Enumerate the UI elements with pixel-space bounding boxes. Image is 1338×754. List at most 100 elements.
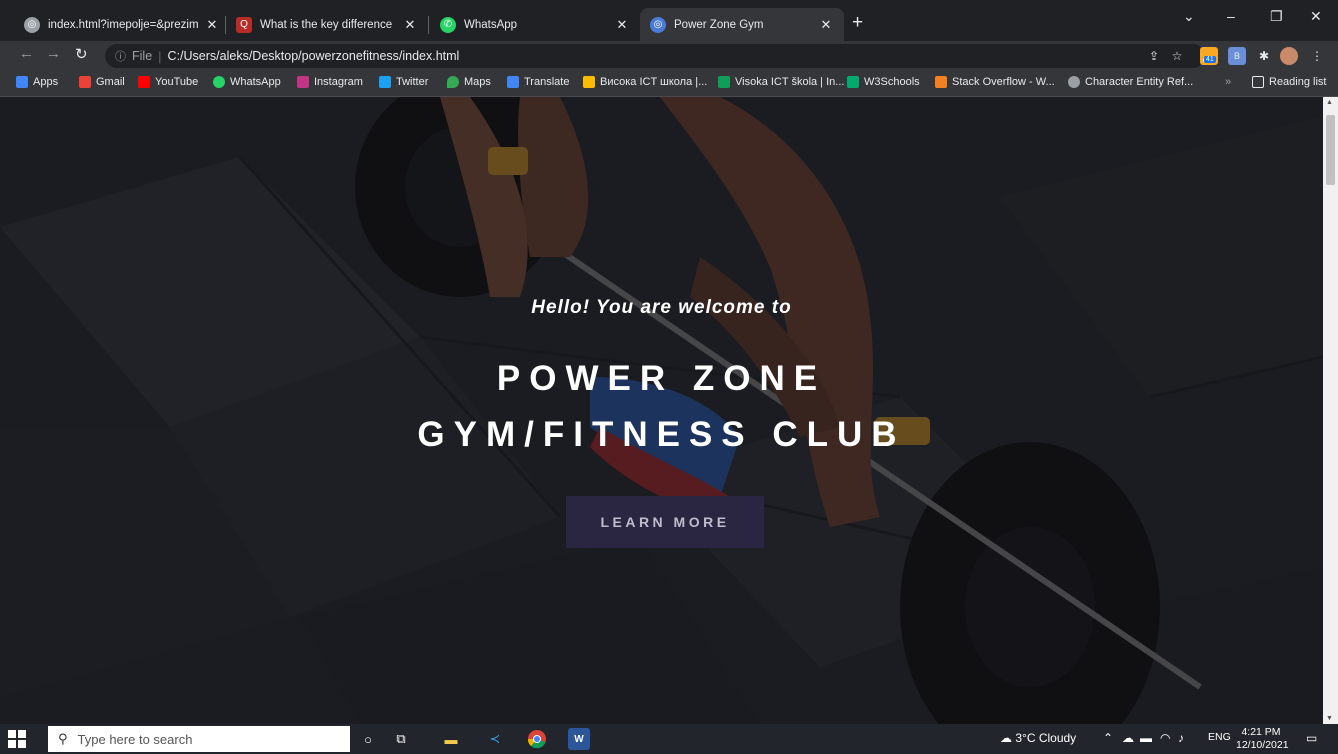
task-view-icon[interactable]: ⧉	[390, 728, 412, 750]
hero-title-line2: GYM/FITNESS CLUB	[417, 415, 906, 454]
apps-grid-icon	[16, 76, 28, 88]
cortana-icon[interactable]: ○	[357, 728, 379, 750]
address-divider: |	[158, 48, 162, 64]
quora-icon: Q	[236, 16, 252, 33]
bookmark-label: YouTube	[155, 76, 199, 88]
new-tab-button[interactable]: +	[852, 12, 863, 34]
bookmark-label: Instagram	[314, 76, 363, 88]
bookmark-twitter[interactable]: Twitter	[379, 76, 428, 88]
close-tab-icon[interactable]: ✕	[402, 17, 418, 33]
windows-taskbar: ⚲ Type here to search ○ ⧉ ▬ ≺ W ☁ 3°C Cl…	[0, 724, 1338, 754]
address-url[interactable]: C:/Users/aleks/Desktop/powerzonefitness/…	[168, 49, 460, 63]
tab-power-zone-gym[interactable]: ◎ Power Zone Gym ✕	[640, 8, 844, 41]
w3schools-icon	[847, 76, 859, 88]
tab-separator	[428, 16, 429, 34]
tab-index-html[interactable]: ◎ index.html?imepolje=&prezimep ✕	[14, 8, 230, 41]
cloud-icon: ☁	[1000, 731, 1012, 745]
taskbar-search-box[interactable]: ⚲ Type here to search	[48, 726, 350, 752]
network-icon[interactable]: ▬	[1140, 731, 1152, 745]
weather-widget[interactable]: ☁ 3°C Cloudy	[1000, 731, 1076, 745]
minimize-icon[interactable]: –	[1227, 8, 1235, 24]
reload-icon[interactable]: ↻	[75, 45, 88, 63]
bookmark-youtube[interactable]: YouTube	[138, 76, 198, 88]
volume-icon[interactable]: ♪	[1178, 731, 1184, 745]
taskbar-search-placeholder: Type here to search	[77, 731, 193, 747]
youtube-icon	[138, 76, 150, 88]
clock-time: 4:21 PM	[1241, 726, 1281, 738]
hero-dark-overlay	[0, 97, 1323, 724]
tray-chevron-icon[interactable]: ⌃	[1103, 731, 1113, 745]
file-explorer-icon[interactable]: ▬	[440, 728, 462, 750]
windows-start-icon[interactable]	[8, 730, 26, 748]
extension-b-icon[interactable]: B	[1228, 47, 1246, 65]
learn-more-button[interactable]: LEARN MORE	[566, 496, 764, 548]
restore-icon[interactable]: ❐	[1270, 8, 1283, 25]
forward-arrow-icon[interactable]: →	[46, 45, 61, 62]
tab-title: WhatsApp	[464, 18, 518, 31]
bookmark-ict-school-latin[interactable]: Visoka ICT škola | In...	[718, 76, 844, 88]
stack-overflow-icon	[935, 76, 947, 88]
bookmark-label: Stack Overflow - W...	[952, 76, 1055, 88]
close-tab-icon[interactable]: ✕	[818, 17, 834, 33]
globe-icon	[1068, 76, 1080, 88]
tab-quora[interactable]: Q What is the key difference betwe ✕	[226, 8, 428, 41]
bookmark-star-icon[interactable]: ☆	[1168, 47, 1186, 65]
share-icon[interactable]: ⇪	[1145, 47, 1163, 65]
bookmark-gmail[interactable]: Gmail	[79, 76, 125, 88]
hero-greeting: Hello! You are welcome to	[531, 297, 792, 318]
rss-extension-icon[interactable]: 41	[1198, 47, 1220, 65]
bookmark-whatsapp[interactable]: WhatsApp	[213, 76, 281, 88]
tab-whatsapp[interactable]: ✆ WhatsApp ✕	[430, 8, 640, 41]
scrollbar-thumb[interactable]	[1326, 115, 1335, 185]
bookmark-label: Translate	[524, 76, 570, 88]
notification-center-icon[interactable]: ▭	[1306, 731, 1317, 745]
page-viewport: Hello! You are welcome to POWER ZONE GYM…	[0, 97, 1323, 724]
whatsapp-icon: ✆	[440, 16, 456, 33]
bookmarks-overflow-button[interactable]: »	[1225, 76, 1231, 88]
browser-tab-strip: ◎ index.html?imepolje=&prezimep ✕ Q What…	[0, 0, 1338, 41]
word-icon[interactable]: W	[568, 728, 590, 750]
avatar[interactable]	[1280, 47, 1298, 65]
bookmark-label: Visoka ICT škola | In...	[735, 76, 845, 88]
bookmarks-bar: Apps Gmail YouTube WhatsApp Instagram Tw…	[0, 71, 1338, 97]
whatsapp-icon	[213, 76, 225, 88]
chrome-icon[interactable]	[526, 728, 548, 750]
back-arrow-icon[interactable]: ←	[19, 45, 34, 62]
tab-title: Power Zone Gym	[674, 18, 764, 31]
menu-dots-icon[interactable]: ⋮	[1308, 47, 1326, 65]
chrome-logo-icon	[527, 730, 546, 749]
bookmark-translate[interactable]: Translate	[507, 76, 569, 88]
address-bar[interactable]: ⓘ File | C:/Users/aleks/Desktop/powerzon…	[105, 44, 1205, 68]
close-tab-icon[interactable]: ✕	[614, 17, 630, 33]
tab-search-icon[interactable]: ⌄	[1183, 8, 1195, 25]
close-tab-icon[interactable]: ✕	[204, 17, 220, 33]
bookmark-label: W3Schools	[864, 76, 920, 88]
puzzle-icon[interactable]: ✱	[1255, 47, 1273, 65]
bookmark-maps[interactable]: Maps	[447, 76, 491, 88]
language-indicator[interactable]: ENG	[1208, 731, 1231, 743]
scroll-up-arrow-icon[interactable]: ▲	[1326, 99, 1333, 106]
wifi-icon[interactable]: ◠	[1160, 731, 1170, 745]
search-icon: ⚲	[58, 731, 68, 746]
bookmark-apps[interactable]: Apps	[16, 76, 58, 88]
translate-icon	[507, 76, 519, 88]
bookmark-ict-school-cyrillic[interactable]: Висока ICT школа |...	[583, 76, 707, 88]
bookmark-w3schools[interactable]: W3Schools	[847, 76, 920, 88]
instagram-icon	[297, 76, 309, 88]
onedrive-icon[interactable]: ☁	[1122, 731, 1134, 745]
bookmark-label: Character Entity Ref...	[1085, 76, 1194, 88]
close-window-icon[interactable]: ✕	[1310, 8, 1322, 25]
browser-toolbar: ← → ↻ ⓘ File | C:/Users/aleks/Desktop/po…	[0, 41, 1338, 71]
bookmark-label: Висока ICT школа |...	[600, 76, 708, 88]
vscode-icon[interactable]: ≺	[484, 728, 506, 750]
bookmark-label: Apps	[33, 76, 59, 88]
bookmark-stack-overflow[interactable]: Stack Overflow - W...	[935, 76, 1055, 88]
site-info-icon[interactable]: ⓘ	[115, 48, 126, 64]
page-scrollbar[interactable]: ▲ ▼	[1323, 97, 1338, 724]
bookmark-character-entity[interactable]: Character Entity Ref...	[1068, 76, 1193, 88]
reading-list-button[interactable]: Reading list	[1252, 76, 1326, 88]
hero-title-line1: POWER ZONE	[496, 359, 827, 398]
scroll-down-arrow-icon[interactable]: ▼	[1326, 715, 1333, 722]
bookmark-instagram[interactable]: Instagram	[297, 76, 363, 88]
system-clock[interactable]: 4:21 PM 12/10/2021	[1236, 726, 1289, 752]
